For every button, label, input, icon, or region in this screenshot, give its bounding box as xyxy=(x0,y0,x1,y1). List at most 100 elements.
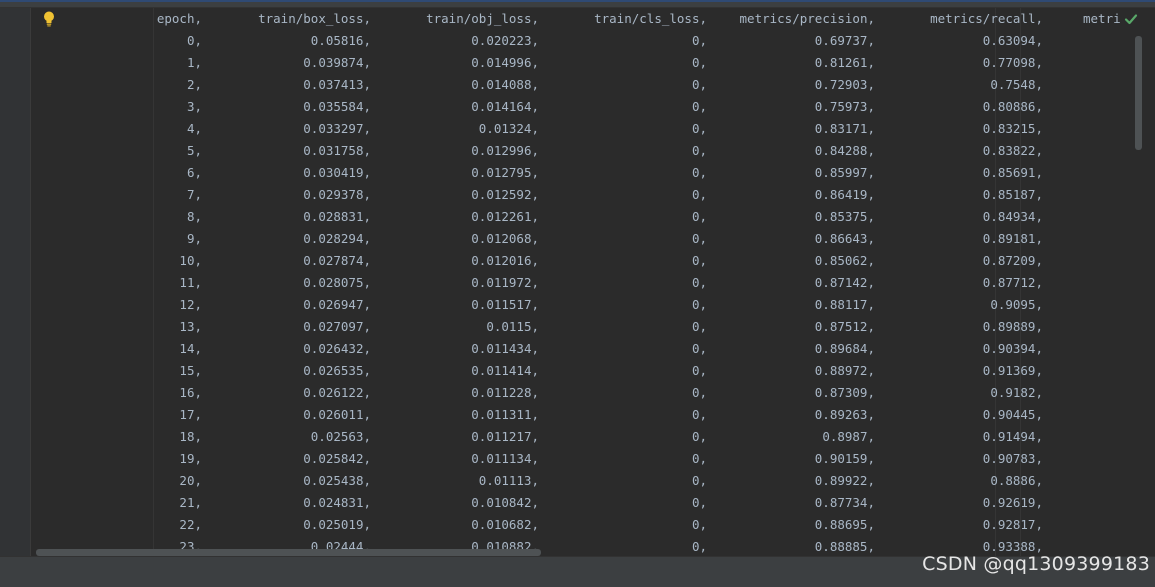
table-row[interactable]: 13, 0.027097, 0.0115, 0, 0.87512, 0.89889, xyxy=(0,316,1130,338)
table-cell: 0.89181, xyxy=(982,231,1043,246)
table-cell: 0.84288, xyxy=(814,143,875,158)
table-cell: 0.75973, xyxy=(814,99,875,114)
table-cell: 0.011434, xyxy=(471,341,539,356)
table-cell: 6, xyxy=(186,165,202,180)
table-row[interactable]: 7, 0.029378, 0.012592, 0, 0.86419, 0.85187, xyxy=(0,184,1130,206)
table-cell: 0.88695, xyxy=(814,517,875,532)
table-cell: 0, xyxy=(691,33,707,48)
header-row[interactable]: epoch, train/box_loss, train/obj_loss, trai… xyxy=(0,8,1130,30)
table-row[interactable]: 10, 0.027874, 0.012016, 0, 0.85062, 0.87209, xyxy=(0,250,1130,272)
table-cell: 0, xyxy=(691,495,707,510)
table-cell: 19, xyxy=(179,451,202,466)
table-cell: 0.69737, xyxy=(814,33,875,48)
table-cell: 0.028075, xyxy=(303,275,371,290)
table-cell: 0.89922, xyxy=(814,473,875,488)
table-cell: 0.92817, xyxy=(982,517,1043,532)
table-cell: 0.05816, xyxy=(310,33,371,48)
table-row[interactable]: 3, 0.035584, 0.014164, 0, 0.75973, 0.80886, xyxy=(0,96,1130,118)
table-row[interactable]: 4, 0.033297, 0.01324, 0, 0.83171, 0.83215, xyxy=(0,118,1130,140)
table-cell: 21, xyxy=(179,495,202,510)
table-cell: 7, xyxy=(186,187,202,202)
table-cell: 0.02563, xyxy=(310,429,371,444)
table-row[interactable]: 5, 0.031758, 0.012996, 0, 0.84288, 0.83822, xyxy=(0,140,1130,162)
table-row[interactable]: 11, 0.028075, 0.011972, 0, 0.87142, 0.87712, xyxy=(0,272,1130,294)
table-cell: 0.011972, xyxy=(471,275,539,290)
table-row[interactable]: 15, 0.026535, 0.011414, 0, 0.88972, 0.91369, xyxy=(0,360,1130,382)
table-cell: 0, xyxy=(691,407,707,422)
table-cell: 0, xyxy=(691,165,707,180)
table-cell: 0, xyxy=(691,187,707,202)
table-cell: 0.87309, xyxy=(814,385,875,400)
table-cell: 0.8886, xyxy=(990,473,1043,488)
table-row[interactable]: 18, 0.02563, 0.011217, 0, 0.8987, 0.91494, xyxy=(0,426,1130,448)
table-cell: 3, xyxy=(186,99,202,114)
table-cell: 0.89263, xyxy=(814,407,875,422)
table-row[interactable]: 20, 0.025438, 0.01113, 0, 0.89922, 0.8886, xyxy=(0,470,1130,492)
table-cell: 0.90445, xyxy=(982,407,1043,422)
table-row[interactable]: 21, 0.024831, 0.010842, 0, 0.87734, 0.92619, xyxy=(0,492,1130,514)
table-cell: 0.9095, xyxy=(990,297,1043,312)
table-cell: 0.014164, xyxy=(471,99,539,114)
table-row[interactable]: 22, 0.025019, 0.010682, 0, 0.88695, 0.92817, xyxy=(0,514,1130,536)
table-cell: 20, xyxy=(179,473,202,488)
vertical-scrollbar-thumb[interactable] xyxy=(1135,36,1142,150)
header-cell: train/box_loss, xyxy=(258,11,371,26)
table-row[interactable]: 2, 0.037413, 0.014088, 0, 0.72903, 0.7548, xyxy=(0,74,1130,96)
table-cell: 0.011517, xyxy=(471,297,539,312)
table-cell: 0.83171, xyxy=(814,121,875,136)
table-cell: 0.011414, xyxy=(471,363,539,378)
table-cell: 0.87734, xyxy=(814,495,875,510)
table-cell: 0.011217, xyxy=(471,429,539,444)
table-cell: 0.026947, xyxy=(303,297,371,312)
table-row[interactable]: 14, 0.026432, 0.011434, 0, 0.89684, 0.90394, xyxy=(0,338,1130,360)
table-cell: 0.025019, xyxy=(303,517,371,532)
table-cell: 0.012592, xyxy=(471,187,539,202)
table-row[interactable]: 6, 0.030419, 0.012795, 0, 0.85997, 0.85691, xyxy=(0,162,1130,184)
table-cell: 0.012795, xyxy=(471,165,539,180)
table-cell: 12, xyxy=(179,297,202,312)
table-row[interactable]: 1, 0.039874, 0.014996, 0, 0.81261, 0.77098, xyxy=(0,52,1130,74)
table-cell: 0.011311, xyxy=(471,407,539,422)
table-cell: 0, xyxy=(691,99,707,114)
table-cell: 0.83822, xyxy=(982,143,1043,158)
table-cell: 11, xyxy=(179,275,202,290)
table-cell: 0.9182, xyxy=(990,385,1043,400)
table-cell: 0.85375, xyxy=(814,209,875,224)
table-row[interactable]: 9, 0.028294, 0.012068, 0, 0.86643, 0.89181, xyxy=(0,228,1130,250)
table-cell: 0.027874, xyxy=(303,253,371,268)
table-cell: 0.86643, xyxy=(814,231,875,246)
table-cell: 0.037413, xyxy=(303,77,371,92)
table-cell: 0.88972, xyxy=(814,363,875,378)
header-cell: metrics/precision, xyxy=(739,11,875,26)
table-row[interactable]: 8, 0.028831, 0.012261, 0, 0.85375, 0.84934, xyxy=(0,206,1130,228)
table-cell: 0.012016, xyxy=(471,253,539,268)
table-cell: 0.030419, xyxy=(303,165,371,180)
table-cell: 0, xyxy=(691,143,707,158)
table-row[interactable]: 16, 0.026122, 0.011228, 0, 0.87309, 0.9182, xyxy=(0,382,1130,404)
table-cell: 0.012261, xyxy=(471,209,539,224)
header-cell: train/cls_loss, xyxy=(594,11,707,26)
table-cell: 0.025438, xyxy=(303,473,371,488)
table-row[interactable]: 19, 0.025842, 0.011134, 0, 0.90159, 0.90783, xyxy=(0,448,1130,470)
header-cell: metrics/recall, xyxy=(930,11,1043,26)
table-cell: 0.029378, xyxy=(303,187,371,202)
table-cell: 0.85187, xyxy=(982,187,1043,202)
table-cell: 0, xyxy=(691,363,707,378)
header-cell: metri xyxy=(1083,11,1121,26)
table-cell: 0.92619, xyxy=(982,495,1043,510)
table-cell: 0, xyxy=(691,77,707,92)
table-row[interactable]: 0, 0.05816, 0.020223, 0, 0.69737, 0.63094, xyxy=(0,30,1130,52)
table-row[interactable]: 12, 0.026947, 0.011517, 0, 0.88117, 0.9095, xyxy=(0,294,1130,316)
table-cell: 0.012068, xyxy=(471,231,539,246)
table-cell: 0.011228, xyxy=(471,385,539,400)
table-cell: 0.027097, xyxy=(303,319,371,334)
table-cell: 4, xyxy=(186,121,202,136)
table-cell: 0.025842, xyxy=(303,451,371,466)
table-row[interactable]: 17, 0.026011, 0.011311, 0, 0.89263, 0.90445, xyxy=(0,404,1130,426)
table-cell: 0.90783, xyxy=(982,451,1043,466)
table-cell: 14, xyxy=(179,341,202,356)
horizontal-scrollbar-thumb[interactable] xyxy=(36,549,541,556)
table-cell: 0.039874, xyxy=(303,55,371,70)
table-cell: 0.89889, xyxy=(982,319,1043,334)
table-cell: 0.87712, xyxy=(982,275,1043,290)
